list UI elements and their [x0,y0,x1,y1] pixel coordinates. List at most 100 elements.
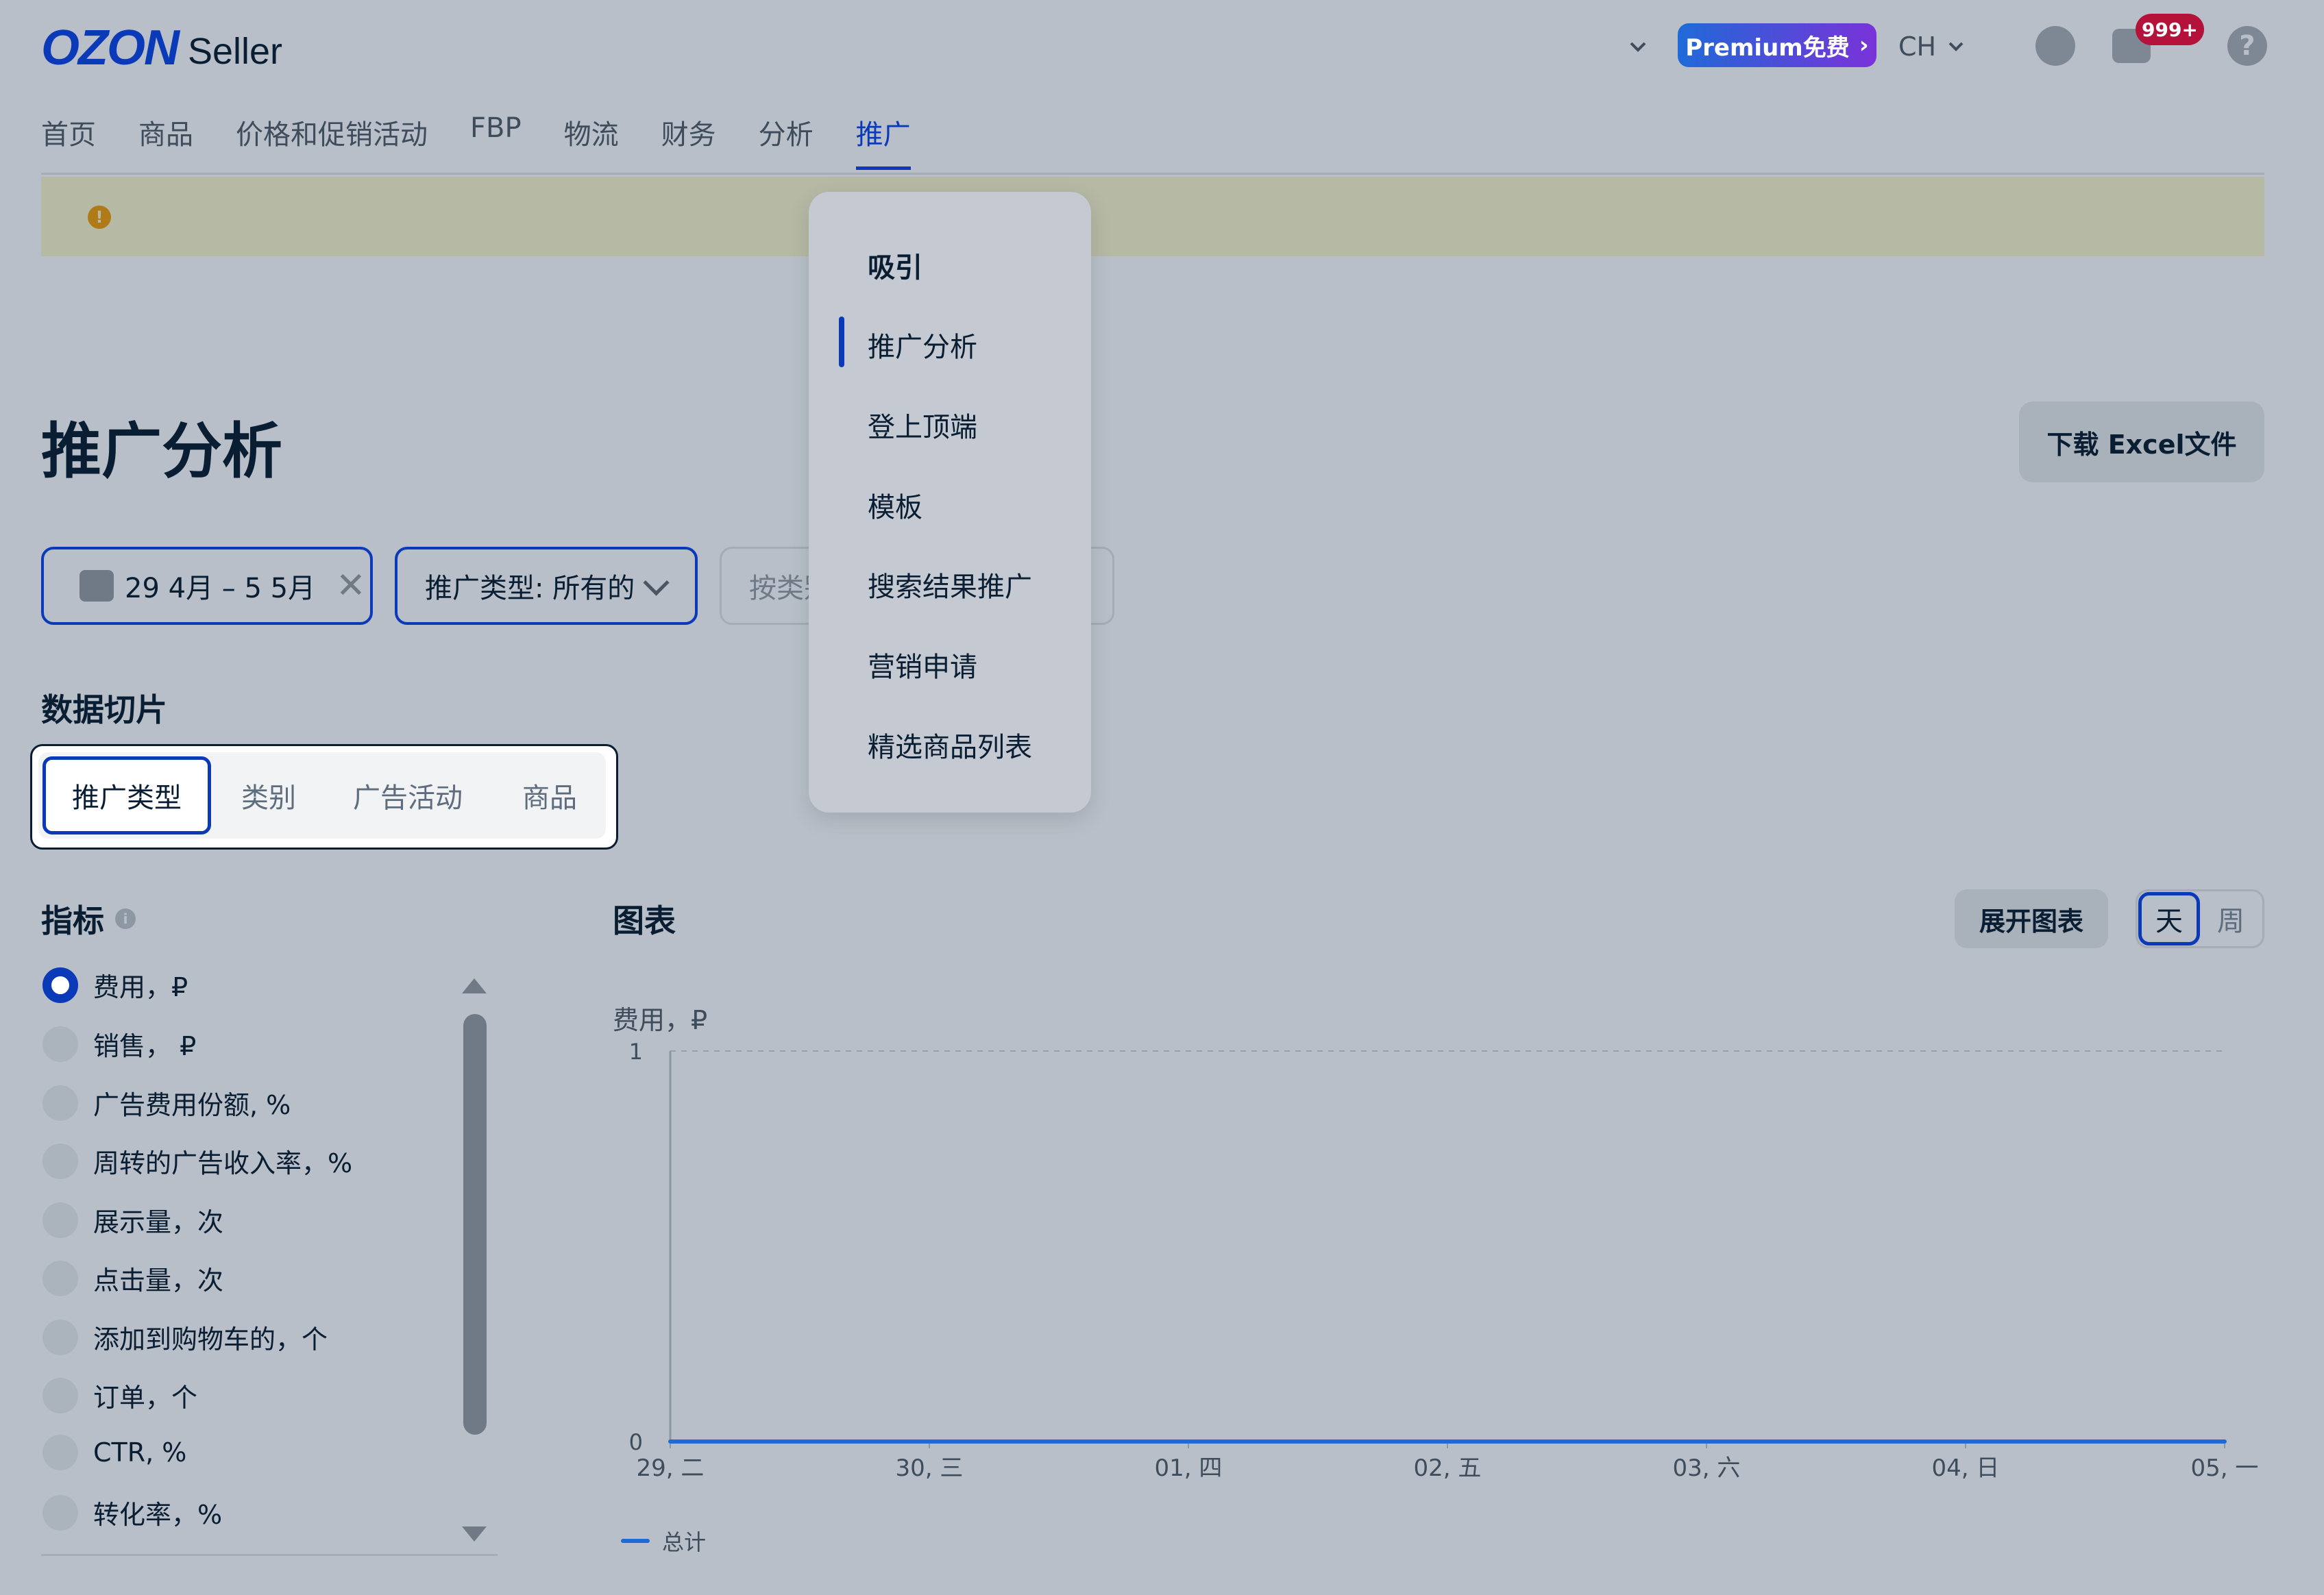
metrics-divider [41,1554,498,1556]
menu-item-templates[interactable]: 模板 [868,485,922,525]
close-icon[interactable]: ✕ [336,565,366,606]
tab-products[interactable]: 商品 [500,756,599,834]
tab-ad-campaign[interactable]: 广告活动 [329,756,487,834]
menu-item-search-promotion[interactable]: 搜索结果推广 [868,565,1032,604]
date-range-filter[interactable]: 29 4月 – 5 5月 ✕ [41,547,373,625]
radio[interactable] [42,1319,78,1355]
metric-label: 销售， ₽ [93,1031,197,1061]
main-nav: 首页 商品 价格和促销活动 FBP 物流 财务 分析 推广 [41,112,911,170]
radio-selected[interactable] [42,967,78,1003]
chevron-right-icon: › [1859,32,1869,59]
chart-x-tick-label: 01, 四 [1155,1455,1223,1482]
metric-label: CTR, % [93,1437,187,1468]
promo-type-filter[interactable]: 推广类型: 所有的 [395,547,698,625]
chart-data-point [927,1439,931,1444]
chart-data-point [1704,1439,1709,1444]
chart-data-point [1186,1439,1190,1444]
chart-x-tick-label: 29, 二 [637,1455,705,1482]
data-slice-title: 数据切片 [41,691,167,728]
chart-x-tick-label: 04, 日 [1932,1455,2000,1482]
legend-swatch [621,1539,650,1543]
download-excel-button[interactable]: 下载 Excel文件 [2019,401,2264,482]
nav-item-home[interactable]: 首页 [41,112,96,152]
ozon-seller-logo[interactable]: OZON Seller [41,21,282,75]
metric-option[interactable]: 展示量，次 [42,1201,223,1239]
radio[interactable] [42,1202,78,1238]
nav-item-fbp[interactable]: FBP [470,112,522,152]
expand-chart-button[interactable]: 展开图表 [1955,889,2108,948]
nav-item-logistics[interactable]: 物流 [564,112,619,152]
nav-divider [41,173,2264,175]
metric-option[interactable]: 添加到购物车的，个 [42,1318,328,1356]
scroll-up-arrow-icon[interactable] [462,978,487,993]
user-avatar-icon[interactable] [2035,26,2075,66]
chart-x-tick-label: 03, 六 [1673,1455,1741,1482]
chart-x-tick-label: 30, 三 [896,1455,964,1482]
metric-option[interactable]: 销售， ₽ [42,1025,196,1063]
metric-label: 转化率，% [93,1500,223,1530]
chevron-down-icon [1948,42,1964,51]
radio[interactable] [42,1026,78,1062]
menu-item-top-placement[interactable]: 登上顶端 [868,405,977,445]
nav-item-products[interactable]: 商品 [138,112,193,152]
metric-label: 添加到购物车的，个 [93,1324,328,1355]
premium-button[interactable]: Premium免费 › [1678,23,1876,67]
metric-option[interactable]: 转化率，% [42,1494,222,1531]
chart-title: 图表 [613,902,676,939]
radio[interactable] [42,1143,78,1179]
scrollbar-thumb[interactable] [463,1014,487,1435]
premium-label: Premium免费 [1685,34,1850,62]
menu-item-marketing-requests[interactable]: 营销申请 [868,645,977,684]
radio[interactable] [42,1260,78,1296]
metric-option[interactable]: 广告费用份额, % [42,1084,291,1122]
promo-type-value: 推广类型: 所有的 [425,573,635,604]
menu-item-featured-products[interactable]: 精选商品列表 [868,725,1032,765]
legend-label: 总计 [662,1529,707,1555]
logo-brand: OZON [41,21,180,75]
metric-label: 订单，个 [93,1383,198,1413]
language-selector[interactable]: CH [1898,27,1966,66]
calendar-icon [79,570,114,602]
promotion-dropdown-menu [809,192,1091,813]
tab-promo-type[interactable]: 推广类型 [42,756,211,834]
chart-y-tick-label: 0 [629,1429,643,1455]
logo-product: Seller [187,31,283,72]
chart-data-point [2223,1439,2227,1444]
metric-option[interactable]: 点击量，次 [42,1259,223,1297]
metric-option[interactable]: 周转的广告收入率，% [42,1142,352,1180]
radio[interactable] [42,1494,78,1531]
info-icon[interactable]: i [115,908,136,929]
scroll-down-arrow-icon[interactable] [462,1526,487,1542]
metric-label: 广告费用份额, % [93,1090,291,1120]
metric-option[interactable]: 订单，个 [42,1376,197,1414]
help-icon[interactable]: ? [2227,26,2267,66]
radio[interactable] [42,1377,78,1413]
nav-item-promotion[interactable]: 推广 [855,112,911,170]
nav-item-prices-promos[interactable]: 价格和促销活动 [236,112,428,152]
date-range-value: 29 4月 – 5 5月 [125,573,316,604]
menu-item-attract[interactable]: 吸引 [868,245,922,285]
radio[interactable] [42,1085,78,1121]
nav-item-analytics[interactable]: 分析 [759,112,814,152]
metrics-title-label: 指标 [41,902,104,939]
menu-item-promo-analytics[interactable]: 推广分析 [868,325,977,364]
metric-label: 点击量，次 [93,1265,224,1296]
chart-data-point [1964,1439,1968,1444]
warning-icon: ! [88,206,111,229]
language-label: CH [1898,32,1937,62]
period-day-button[interactable]: 天 [2138,892,2200,945]
notifications-badge: 999+ [2136,14,2204,45]
page-title: 推广分析 [41,416,283,486]
tab-category[interactable]: 类别 [219,756,318,834]
menu-active-indicator [839,317,844,367]
metric-option[interactable]: CTR, % [42,1435,186,1470]
radio[interactable] [42,1435,78,1470]
metric-option[interactable]: 费用，₽ [42,966,188,1004]
chart-data-point [668,1439,672,1444]
period-week-button[interactable]: 周 [2200,892,2262,945]
metric-label: 展示量，次 [93,1207,224,1237]
chevron-down-icon[interactable] [1626,34,1650,59]
chart-legend: 总计 [621,1525,706,1557]
nav-item-finance[interactable]: 财务 [661,112,716,152]
metric-label: 费用，₽ [93,972,188,1002]
